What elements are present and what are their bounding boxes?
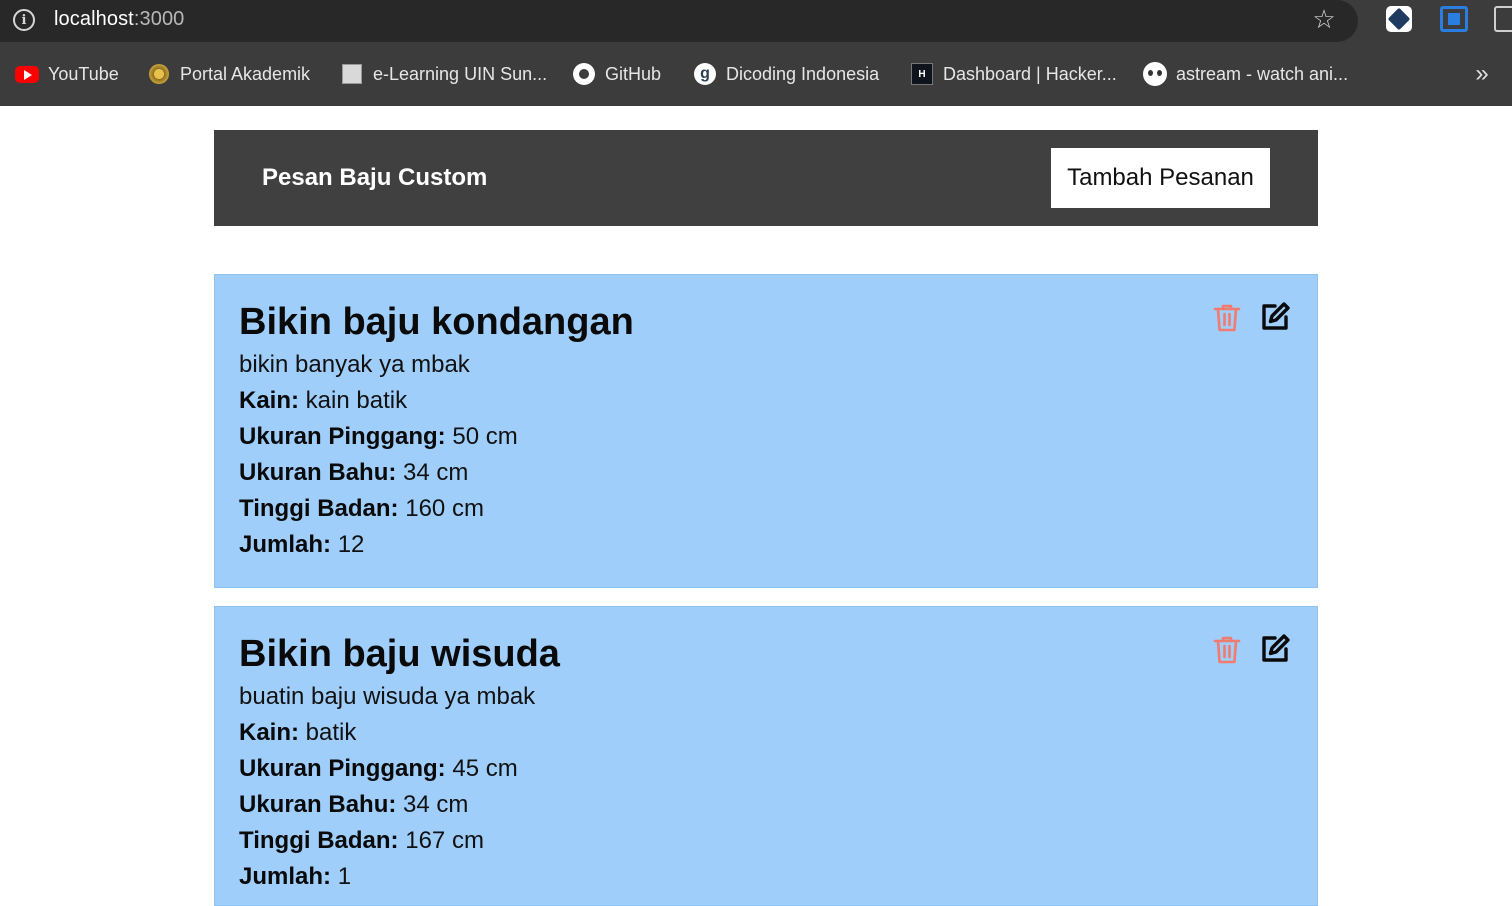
bookmark-portal-akademik[interactable]: Portal Akademik: [147, 54, 310, 94]
bookmark-astream[interactable]: astream - watch ani...: [1143, 54, 1348, 94]
trash-icon: [1213, 304, 1241, 332]
field-label: Tinggi Badan:: [239, 495, 399, 522]
order-field-pinggang: Ukuran Pinggang: 50 cm: [239, 423, 518, 451]
extensions-puzzle-icon[interactable]: [1494, 6, 1512, 32]
order-field-kain: Kain: kain batik: [239, 387, 407, 415]
delete-order-button[interactable]: [1213, 303, 1241, 333]
browser-chrome: i localhost:3000 ☆ YouTube Portal Akadem…: [0, 0, 1512, 106]
order-description: buatin baju wisuda ya mbak: [239, 683, 536, 710]
bookmark-label: astream - watch ani...: [1176, 63, 1349, 84]
field-label: Ukuran Pinggang:: [239, 423, 446, 450]
order-field-tinggi: Tinggi Badan: 160 cm: [239, 495, 484, 523]
bookmark-hackerrank[interactable]: H Dashboard | Hacker...: [910, 54, 1117, 94]
add-order-button[interactable]: Tambah Pesanan: [1051, 148, 1270, 208]
app-navbar: Pesan Baju Custom Tambah Pesanan: [214, 130, 1318, 226]
field-label: Ukuran Bahu:: [239, 791, 397, 818]
bookmark-label: e-Learning UIN Sun...: [373, 63, 548, 84]
bookmark-label: GitHub: [605, 63, 662, 84]
field-value: 45 cm: [452, 755, 518, 782]
github-icon: [572, 62, 596, 86]
address-bar[interactable]: i localhost:3000 ☆: [0, 0, 1358, 42]
bookmark-label: Dicoding Indonesia: [726, 63, 880, 84]
edit-order-button[interactable]: [1259, 633, 1291, 665]
order-field-bahu: Ukuran Bahu: 34 cm: [239, 459, 468, 487]
browser-toolbar: i localhost:3000 ☆: [0, 0, 1512, 44]
app-brand[interactable]: Pesan Baju Custom: [262, 164, 487, 192]
field-value: 1: [337, 863, 352, 890]
order-field-kain: Kain: batik: [239, 719, 356, 747]
bookmark-dicoding[interactable]: g Dicoding Indonesia: [693, 54, 879, 94]
order-field-tinggi: Tinggi Badan: 167 cm: [239, 827, 484, 855]
url-text[interactable]: localhost:3000: [54, 8, 184, 31]
field-value: batik: [305, 719, 357, 746]
field-value: 50 cm: [452, 423, 518, 450]
screenshot-extension-icon[interactable]: [1440, 6, 1468, 32]
dicoding-icon: g: [693, 62, 717, 86]
bookmark-label: YouTube: [48, 63, 119, 84]
field-label: Kain:: [239, 387, 299, 414]
field-value: 167 cm: [405, 827, 484, 854]
field-label: Kain:: [239, 719, 299, 746]
order-title: Bikin baju kondangan: [239, 301, 634, 343]
order-field-jumlah: Jumlah: 12: [239, 531, 364, 559]
youtube-icon: [15, 62, 39, 86]
more-bookmarks-chevron-icon[interactable]: »: [1470, 56, 1494, 92]
field-label: Ukuran Pinggang:: [239, 755, 446, 782]
order-card: Bikin baju kondangan bikin banyak ya mba…: [214, 274, 1318, 588]
field-label: Jumlah:: [239, 531, 332, 558]
bookmark-label: Portal Akademik: [180, 63, 311, 84]
field-value: 160 cm: [405, 495, 484, 522]
order-field-pinggang: Ukuran Pinggang: 45 cm: [239, 755, 518, 783]
edit-icon: [1262, 634, 1290, 662]
astream-icon: [1143, 62, 1167, 86]
elearning-icon: [340, 62, 364, 86]
bookmark-elearning[interactable]: e-Learning UIN Sun...: [340, 54, 547, 94]
field-value: 34 cm: [403, 459, 469, 486]
order-title: Bikin baju wisuda: [239, 633, 560, 675]
order-field-jumlah: Jumlah: 1: [239, 863, 351, 891]
trash-icon: [1213, 636, 1241, 664]
bookmark-youtube[interactable]: YouTube: [15, 54, 119, 94]
bookmarks-bar: YouTube Portal Akademik e-Learning UIN S…: [0, 54, 1512, 94]
field-label: Tinggi Badan:: [239, 827, 399, 854]
delete-order-button[interactable]: [1213, 635, 1241, 665]
edit-order-button[interactable]: [1259, 301, 1291, 333]
field-label: Jumlah:: [239, 863, 332, 890]
bookmark-star-icon[interactable]: ☆: [1310, 5, 1338, 33]
url-host: localhost: [54, 8, 134, 30]
field-value: kain batik: [305, 387, 408, 414]
hackerrank-icon: H: [910, 62, 934, 86]
order-description: bikin banyak ya mbak: [239, 351, 470, 378]
site-info-icon[interactable]: i: [13, 9, 35, 31]
url-port: :3000: [133, 8, 185, 30]
order-card: Bikin baju wisuda buatin baju wisuda ya …: [214, 606, 1318, 906]
bookmark-github[interactable]: GitHub: [572, 54, 661, 94]
field-label: Ukuran Bahu:: [239, 459, 397, 486]
edit-icon: [1262, 302, 1290, 330]
field-value: 12: [337, 531, 365, 558]
extension-icon[interactable]: [1386, 6, 1412, 32]
order-field-bahu: Ukuran Bahu: 34 cm: [239, 791, 468, 819]
portal-akademik-icon: [147, 62, 171, 86]
bookmark-label: Dashboard | Hacker...: [943, 63, 1117, 84]
field-value: 34 cm: [403, 791, 469, 818]
